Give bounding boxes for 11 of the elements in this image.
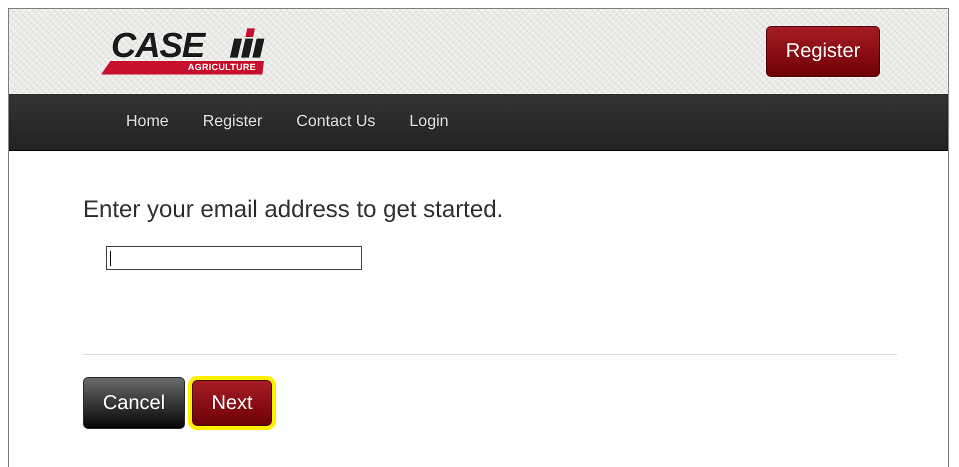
nav-link[interactable]: Home (109, 113, 186, 131)
cancel-button[interactable]: Cancel (83, 377, 185, 429)
form-heading: Enter your email address to get started. (83, 196, 504, 224)
register-button[interactable]: Register (766, 26, 880, 77)
logo-bars-icon (229, 26, 267, 60)
nav-link[interactable]: Register (186, 113, 280, 131)
nav-link[interactable]: Login (392, 113, 466, 131)
logo-wordmark: CASE (111, 28, 204, 62)
email-field[interactable] (106, 246, 362, 270)
nav-link[interactable]: Contact Us (279, 113, 392, 131)
logo-tagline: AGRICULTURE (188, 63, 256, 72)
